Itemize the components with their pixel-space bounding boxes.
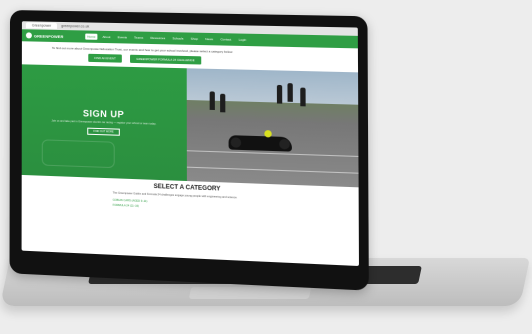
spectator	[300, 87, 306, 107]
track-line	[186, 150, 359, 157]
spectator	[209, 91, 215, 111]
nav-item-teams[interactable]: Teams	[132, 34, 145, 40]
track-line	[186, 166, 359, 174]
hero-signup-panel: SIGN UP Join us and take part in Greenpo…	[21, 64, 187, 182]
hero-button[interactable]: FIND OUT MORE	[87, 127, 120, 136]
nav-item-login[interactable]: Login	[236, 37, 248, 43]
hero-photo	[186, 68, 359, 188]
spectator	[276, 84, 283, 104]
laptop-lid: Greenpower greenpower.co.uk GREENPOWER H…	[9, 10, 369, 291]
site-logo[interactable]: GREENPOWER	[25, 32, 82, 39]
browser-tab[interactable]: Greenpower	[25, 22, 58, 29]
nav-item-home[interactable]: Home	[85, 33, 98, 40]
nav-item-schools[interactable]: Schools	[170, 35, 185, 41]
driver-helmet	[264, 130, 272, 138]
nav-item-events[interactable]: Events	[116, 34, 129, 40]
address-bar[interactable]: greenpower.co.uk	[61, 24, 89, 29]
spectator	[287, 83, 293, 102]
hero: SIGN UP Join us and take part in Greenpo…	[21, 64, 359, 188]
spectator	[220, 93, 226, 113]
nav-item-news[interactable]: News	[203, 36, 215, 42]
laptop-trackpad	[188, 287, 312, 299]
nav-item-contact[interactable]: Contact	[218, 36, 233, 42]
kart-watermark	[41, 139, 115, 169]
logo-text: GREENPOWER	[33, 32, 64, 39]
hero-subtitle: Join us and take part in Greenpower elec…	[51, 119, 157, 126]
nav-item-about[interactable]: About	[100, 34, 112, 40]
hero-title: SIGN UP	[82, 108, 125, 120]
scene: Greenpower greenpower.co.uk GREENPOWER H…	[0, 0, 532, 334]
car-wheel	[279, 138, 290, 150]
nav-item-resources[interactable]: Resources	[148, 35, 167, 41]
nav-item-shop[interactable]: Shop	[189, 36, 200, 42]
car-wheel	[230, 137, 242, 148]
formula24-button[interactable]: GREENPOWER FORMULA 24 CHALLENGE	[130, 54, 201, 65]
find-event-button[interactable]: FIND AN EVENT	[88, 53, 122, 63]
screen: Greenpower greenpower.co.uk GREENPOWER H…	[21, 21, 359, 267]
logo-icon	[25, 32, 32, 39]
